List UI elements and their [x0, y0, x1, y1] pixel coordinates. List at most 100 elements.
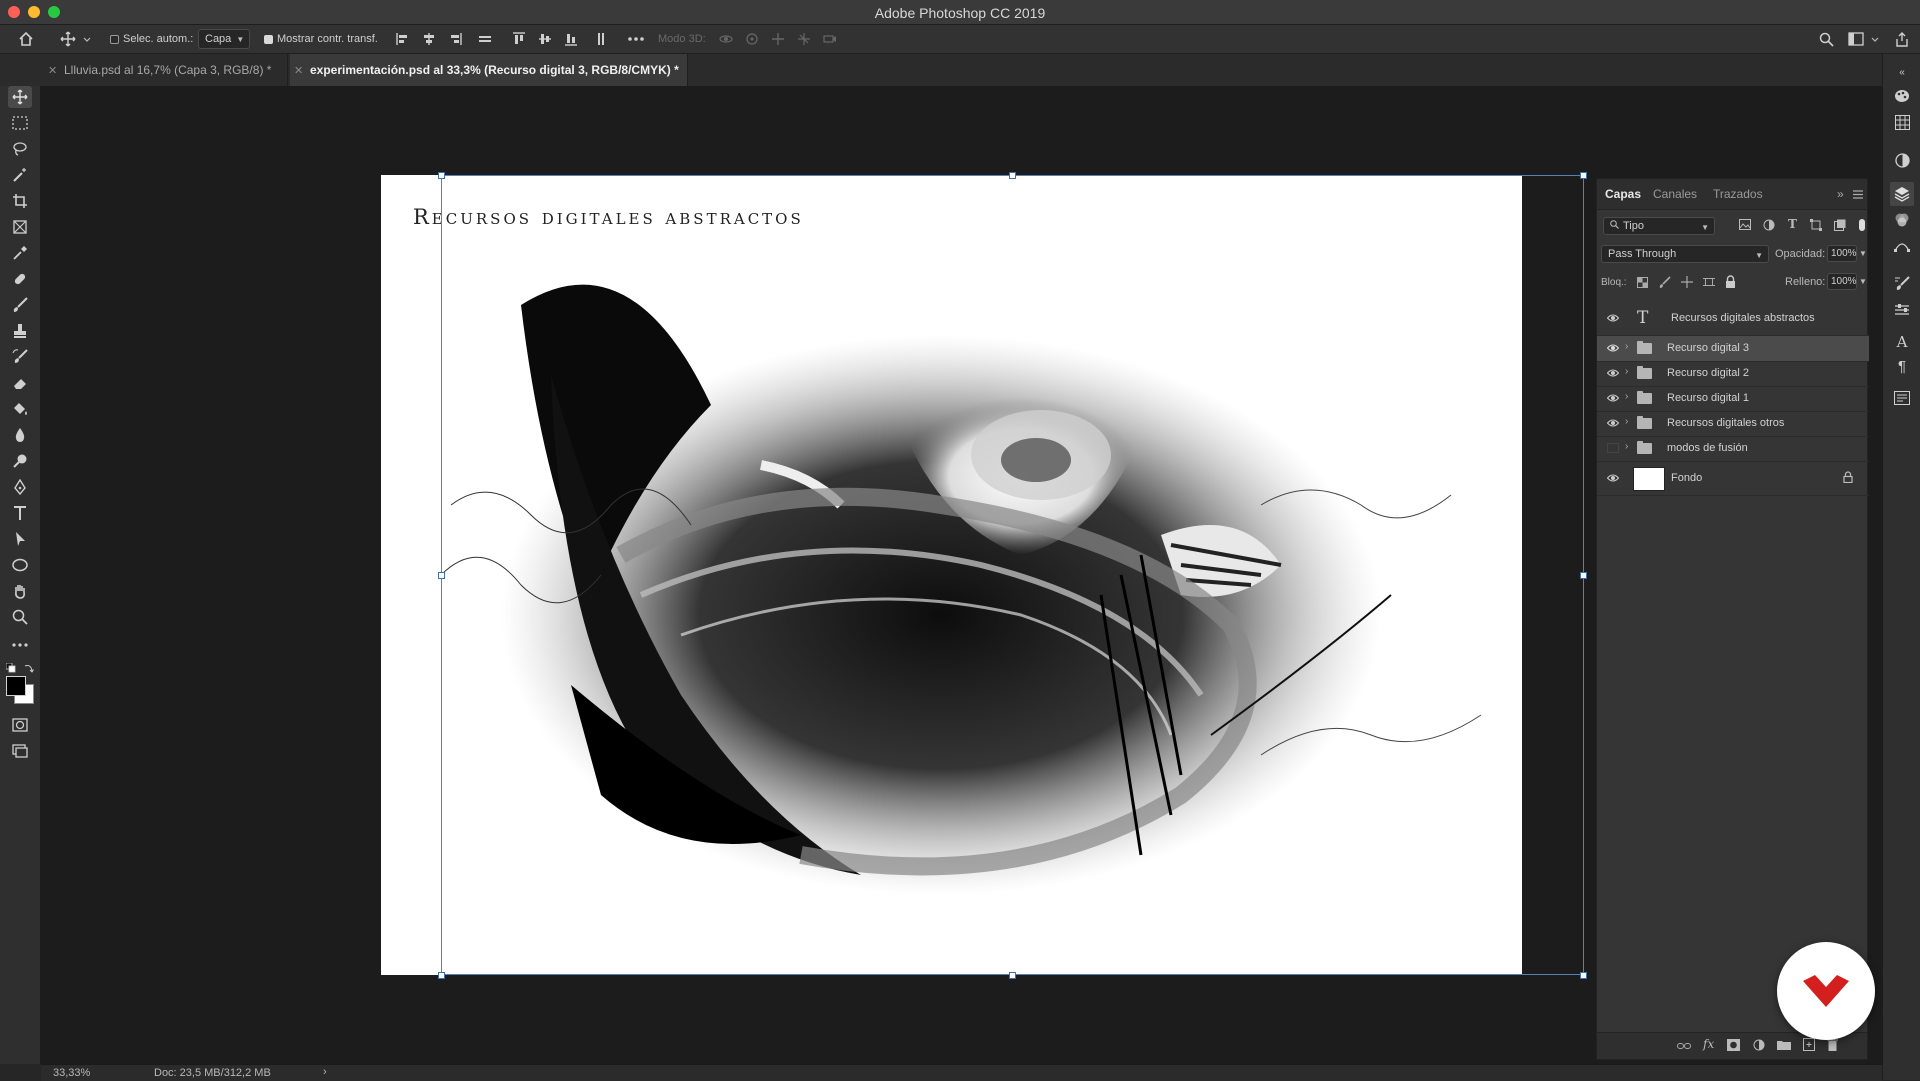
hand-tool-icon[interactable] [8, 580, 32, 602]
panel-menu-icon[interactable] [1853, 188, 1863, 202]
ellipse-tool-icon[interactable] [8, 554, 32, 576]
chevron-down-icon[interactable] [1870, 31, 1880, 47]
path-selection-tool-icon[interactable] [8, 528, 32, 550]
new-group-icon[interactable] [1777, 1039, 1791, 1053]
eye-icon[interactable] [1607, 343, 1619, 353]
channels-icon[interactable] [1894, 212, 1910, 228]
fill-input[interactable]: 100% [1827, 273, 1857, 290]
lock-image-pixels-icon[interactable] [1659, 276, 1671, 291]
pen-tool-icon[interactable] [8, 476, 32, 498]
stamp-tool-icon[interactable] [8, 320, 32, 342]
distribute-horizontal-icon[interactable] [477, 31, 493, 47]
filter-pixel-icon[interactable] [1739, 219, 1751, 233]
eye-icon[interactable] [1607, 313, 1619, 323]
crop-tool-icon[interactable] [8, 190, 32, 212]
brush-tool-icon[interactable] [8, 294, 32, 316]
target-select[interactable]: Capa ▼ [198, 29, 251, 49]
opacity-input[interactable]: 100% [1827, 245, 1857, 262]
link-layers-icon[interactable] [1677, 1040, 1691, 1054]
auto-select-option[interactable]: Selec. autom.: [110, 25, 193, 53]
paths-icon[interactable] [1894, 238, 1910, 254]
chevron-right-icon[interactable]: › [323, 1066, 327, 1078]
move-tool-preset-icon[interactable] [60, 31, 76, 47]
eye-icon[interactable] [1607, 393, 1619, 403]
magic-wand-tool-icon[interactable] [8, 164, 32, 186]
document-canvas[interactable]: Recursos digitales abstractos [381, 175, 1522, 975]
chevron-right-icon[interactable]: › [1625, 366, 1628, 377]
paragraph-icon[interactable]: ¶ [1894, 358, 1910, 375]
layers-icon[interactable] [1890, 182, 1914, 206]
align-middle-icon[interactable] [537, 31, 553, 47]
color-palette-icon[interactable] [1894, 88, 1910, 104]
eraser-tool-icon[interactable] [8, 372, 32, 394]
chevron-right-icon[interactable]: › [1625, 441, 1628, 452]
tool-presets-icon[interactable] [1894, 302, 1910, 318]
search-icon[interactable] [1818, 31, 1834, 47]
layer-row-modos-de-fusion[interactable]: › modos de fusión [1597, 436, 1869, 462]
adjustment-layer-icon[interactable] [1753, 1039, 1765, 1054]
doc-tab-experimentacion[interactable]: ✕ experimentación.psd al 33,3% (Recurso … [290, 54, 688, 86]
layer-row-recurso-digital-3[interactable]: › Recurso digital 3 [1597, 336, 1869, 362]
add-mask-icon[interactable] [1727, 1039, 1740, 1054]
distribute-vertical-icon[interactable] [593, 31, 609, 47]
dodge-tool-icon[interactable] [8, 450, 32, 472]
default-colors-icon[interactable] [5, 662, 16, 673]
layer-filter-select[interactable]: Tipo ▼ [1603, 217, 1715, 235]
filter-smart-object-icon[interactable] [1834, 219, 1846, 234]
move-tool-icon[interactable] [8, 86, 32, 108]
chevron-down-icon[interactable]: ▼ [1859, 249, 1867, 258]
blend-mode-select[interactable]: Pass Through ▼ [1601, 245, 1769, 263]
share-icon[interactable] [1894, 31, 1910, 47]
show-transform-option[interactable]: Mostrar contr. transf. [264, 25, 378, 53]
eye-icon[interactable] [1607, 418, 1619, 428]
panel-collapse-icon[interactable]: » [1837, 187, 1844, 201]
type-tool-icon[interactable] [8, 502, 32, 524]
tab-trazados[interactable]: Trazados [1713, 179, 1763, 209]
foreground-color-swatch[interactable] [6, 676, 26, 696]
lock-position-icon[interactable] [1681, 276, 1693, 291]
eyedropper-tool-icon[interactable] [8, 242, 32, 264]
new-layer-icon[interactable] [1803, 1038, 1815, 1054]
close-icon[interactable]: ✕ [294, 64, 303, 77]
history-brush-tool-icon[interactable] [8, 346, 32, 368]
layer-row-text[interactable]: T Recursos digitales abstractos [1597, 301, 1869, 336]
tab-canales[interactable]: Canales [1653, 179, 1697, 209]
lock-all-icon[interactable] [1725, 275, 1736, 291]
properties-icon[interactable] [1894, 390, 1910, 406]
quick-mask-icon[interactable] [8, 714, 32, 736]
zoom-level[interactable]: 33,33% [53, 1067, 90, 1079]
filter-adjustment-icon[interactable] [1763, 219, 1775, 234]
align-bottom-icon[interactable] [563, 31, 579, 47]
character-icon[interactable]: A [1894, 333, 1910, 351]
show-transform-checkbox[interactable] [264, 34, 273, 44]
layer-row-fondo[interactable]: Fondo [1597, 461, 1869, 496]
frame-tool-icon[interactable] [8, 216, 32, 238]
chevron-right-icon[interactable]: › [1625, 391, 1628, 402]
home-icon[interactable] [18, 31, 34, 47]
layer-row-recursos-digitales-otros[interactable]: › Recursos digitales otros [1597, 411, 1869, 437]
more-tools-icon[interactable] [8, 634, 32, 656]
chevron-left-icon[interactable]: « [1894, 64, 1910, 80]
chevron-down-icon[interactable] [82, 31, 92, 47]
layer-row-recurso-digital-2[interactable]: › Recurso digital 2 [1597, 361, 1869, 387]
doc-tab-lluvia[interactable]: ✕ Llluvia.psd al 16,7% (Capa 3, RGB/8) * [44, 54, 288, 86]
adjustments-icon[interactable] [1894, 152, 1910, 168]
paint-bucket-tool-icon[interactable] [8, 398, 32, 420]
lasso-tool-icon[interactable] [8, 138, 32, 160]
eye-icon[interactable] [1607, 368, 1619, 378]
align-top-icon[interactable] [511, 31, 527, 47]
align-left-icon[interactable] [395, 31, 411, 47]
eye-icon[interactable] [1607, 473, 1619, 483]
workspace-icon[interactable] [1848, 31, 1864, 47]
close-icon[interactable]: ✕ [48, 64, 57, 77]
brush-settings-icon[interactable] [1894, 276, 1910, 292]
lock-transparent-pixels-icon[interactable] [1637, 277, 1648, 291]
swap-colors-icon[interactable] [24, 662, 34, 676]
tab-capas[interactable]: Capas [1605, 179, 1641, 209]
filter-type-icon[interactable]: T [1788, 217, 1797, 231]
filter-toggle-switch[interactable] [1859, 219, 1865, 231]
layer-effects-icon[interactable]: fx [1703, 1037, 1714, 1051]
delete-layer-icon[interactable] [1827, 1038, 1838, 1054]
chevron-right-icon[interactable]: › [1625, 341, 1628, 352]
auto-select-checkbox[interactable] [110, 34, 119, 44]
